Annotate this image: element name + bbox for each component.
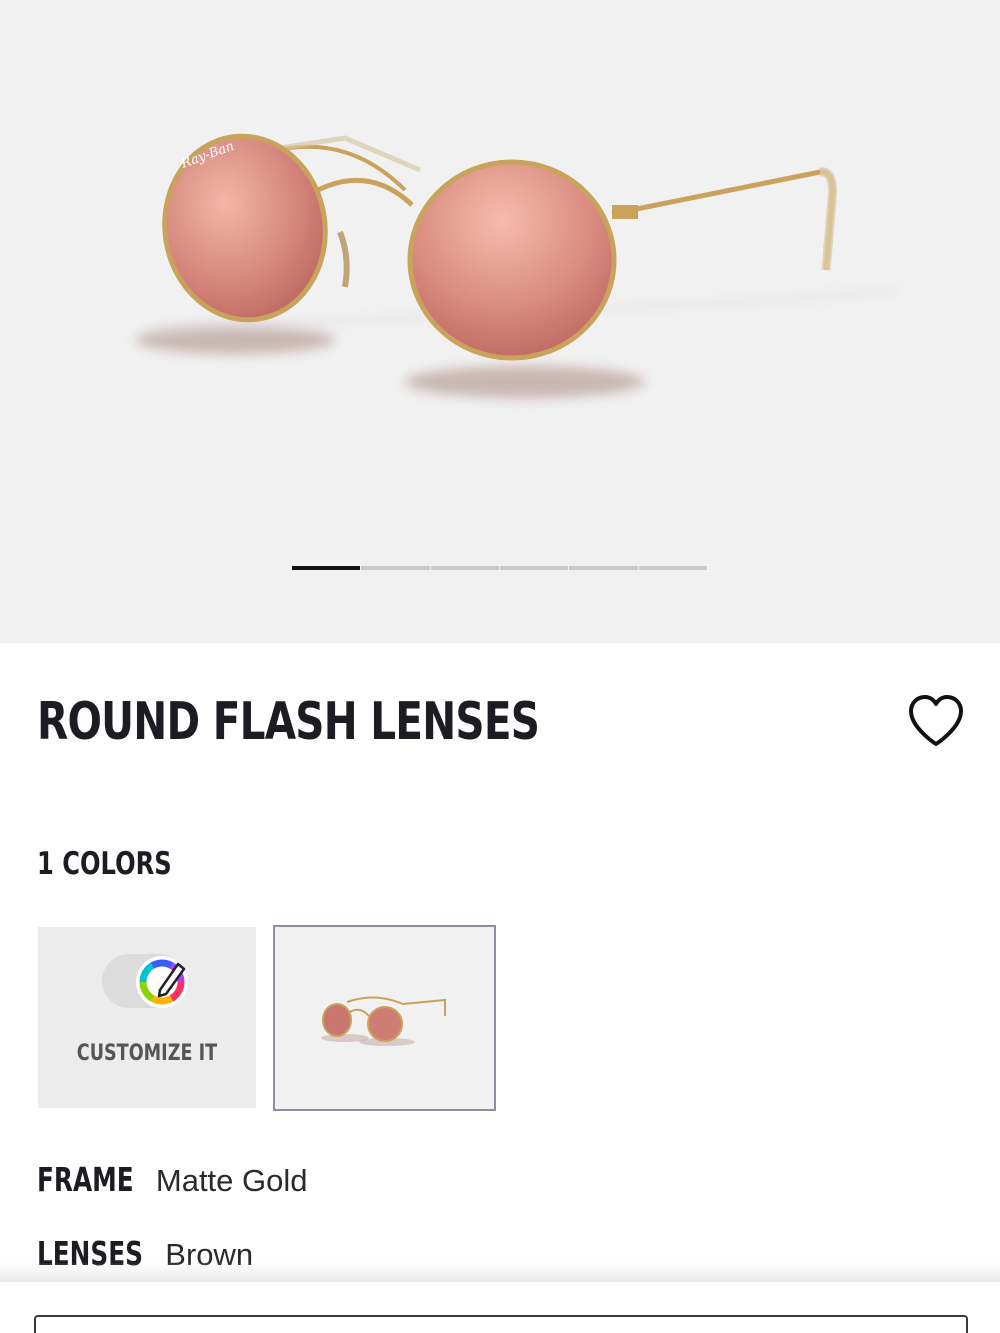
colors-count-heading: 1 COLORS [37, 846, 172, 882]
gallery-dot-3[interactable] [430, 566, 499, 570]
customize-it-button[interactable]: CUSTOMIZE IT [38, 927, 256, 1108]
color-swatch-matte-gold-brown[interactable] [273, 925, 496, 1111]
swatch-thumbnail-image [321, 996, 446, 1046]
gallery-dot-5[interactable] [569, 566, 638, 570]
color-wheel-pencil-icon [136, 956, 188, 1008]
product-page: Ray-Ban ROUND FLASH LENSES 1 COLORS CUST… [0, 0, 1000, 1333]
frame-attribute: FRAME Matte Gold [37, 1160, 308, 1199]
heart-outline-icon [909, 695, 963, 746]
bottom-action-button[interactable] [34, 1315, 968, 1333]
gallery-dot-1[interactable] [292, 566, 361, 570]
product-image: Ray-Ban [135, 133, 901, 398]
gallery-dot-4[interactable] [499, 566, 569, 570]
product-gallery[interactable]: Ray-Ban [0, 0, 1000, 643]
frame-value: Matte Gold [155, 1163, 308, 1198]
bottom-bar-shadow [0, 1262, 1000, 1284]
customize-it-label: CUSTOMIZE IT [76, 1041, 218, 1066]
gallery-dot-6[interactable] [638, 566, 707, 570]
frame-label: FRAME [37, 1160, 134, 1199]
product-title: ROUND FLASH LENSES [37, 692, 540, 752]
gallery-pagination [292, 566, 708, 570]
gallery-dot-2[interactable] [361, 566, 430, 570]
favorite-button[interactable] [906, 694, 966, 750]
